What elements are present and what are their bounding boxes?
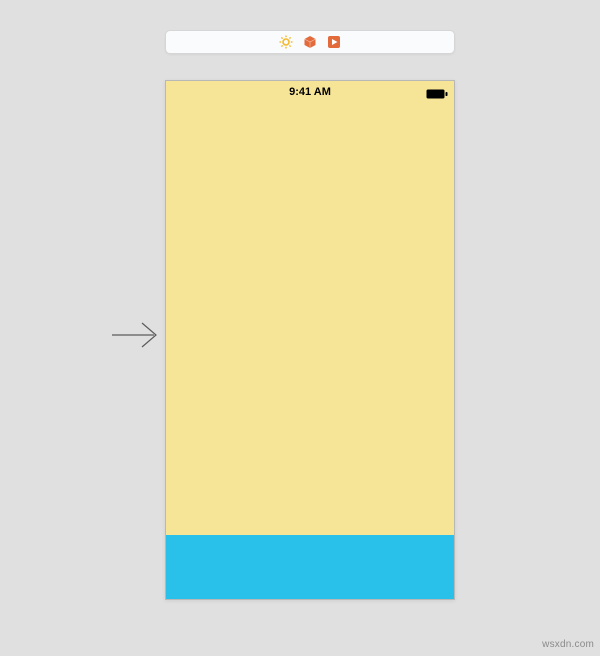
scene-toolbar — [165, 30, 455, 54]
main-content-view[interactable] — [166, 103, 454, 535]
sun-icon[interactable] — [279, 35, 293, 49]
device-frame[interactable]: 9:41 AM — [165, 80, 455, 600]
storyboard-canvas: 9:41 AM — [165, 30, 455, 630]
watermark: wsxdn.com — [542, 639, 594, 650]
status-time: 9:41 AM — [289, 86, 331, 98]
bottom-panel-view[interactable] — [166, 535, 454, 599]
play-in-square-icon[interactable] — [327, 35, 341, 49]
battery-icon — [426, 86, 448, 104]
status-bar: 9:41 AM — [166, 81, 454, 103]
flow-arrow — [110, 318, 164, 357]
cube-icon[interactable] — [303, 35, 317, 49]
